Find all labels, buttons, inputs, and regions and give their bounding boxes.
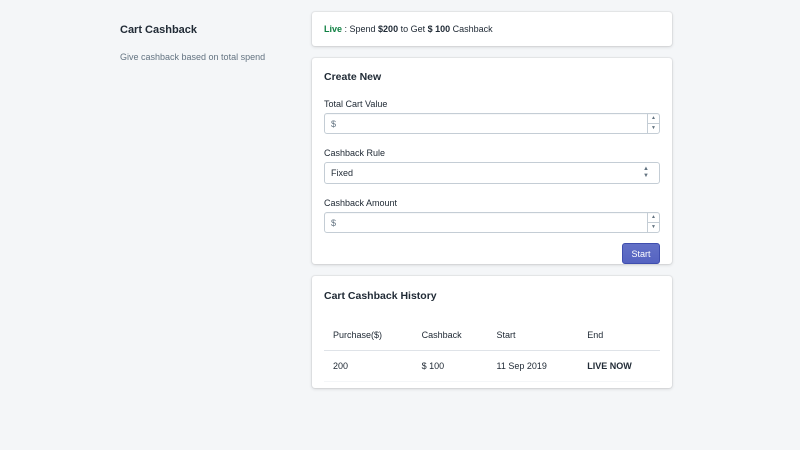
history-title: Cart Cashback History [324,290,437,302]
status-separator: : Spend [342,24,379,34]
triangle-down-icon[interactable]: ▼ [647,223,659,232]
select-caret-icon: ▲ ▼ [643,166,649,179]
cell-end-status: LIVE NOW [578,350,660,382]
total-cart-value-field: ▲ ▼ [324,113,660,134]
table-header-row: Purchase($) Cashback Start End [324,320,660,351]
start-button[interactable]: Start [622,243,660,264]
status-middle: to Get [398,24,428,34]
spend-amount: $200 [378,24,399,34]
column-header-start: Start [487,320,579,351]
column-header-end: End [578,320,660,351]
table-row: 200 $ 100 11 Sep 2019 LIVE NOW [324,350,660,382]
cashback-rule-label: Cashback Rule [324,148,386,158]
history-table: Purchase($) Cashback Start End 200 $ 100… [324,320,660,382]
triangle-down-icon[interactable]: ▼ [647,124,659,133]
cashback-amount-label: Cashback Amount [324,198,398,208]
button-row: Start [324,233,660,273]
cashback-amount-input[interactable] [325,213,645,232]
cell-start: 11 Sep 2019 [487,350,579,382]
live-label: Live [324,24,343,34]
section-title: Cart Cashback [120,24,198,36]
create-new-card: Create New Total Cart Value ▲ ▼ Cashback… [312,58,672,264]
cell-purchase: 200 [324,350,413,382]
total-cart-value-input[interactable] [325,114,645,133]
triangle-up-icon[interactable]: ▲ [647,114,659,124]
column-header-cashback: Cashback [412,320,488,351]
cashback-rule-select[interactable]: Fixed ▲ ▼ [324,162,660,184]
history-card: Cart Cashback History Purchase($) Cashba… [312,276,672,388]
column-header-purchase: Purchase($) [324,320,413,351]
section-header: Cart Cashback Give cashback based on tot… [120,24,290,62]
triangle-up-icon[interactable]: ▲ [647,213,659,223]
cashback-rule-value: Fixed [331,168,354,178]
section-description: Give cashback based on total spend [120,52,266,62]
cashback-amount-text: $ 100 [427,24,451,34]
total-cart-value-stepper: ▲ ▼ [647,114,659,133]
cell-cashback: $ 100 [412,350,488,382]
status-suffix: Cashback [450,24,493,34]
create-new-title: Create New [324,71,382,83]
cashback-amount-field: ▲ ▼ [324,212,660,233]
status-banner: Live : Spend $200 to Get $ 100 Cashback [312,12,672,46]
cashback-amount-stepper: ▲ ▼ [647,213,659,232]
total-cart-value-label: Total Cart Value [324,99,388,109]
